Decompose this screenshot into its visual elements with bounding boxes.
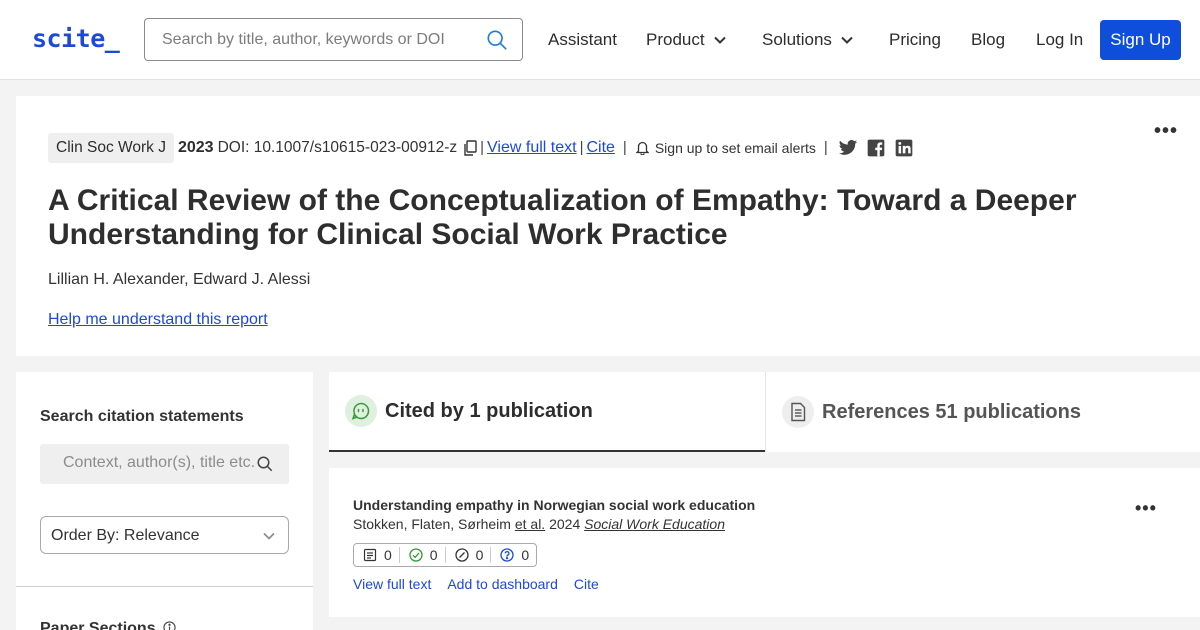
nav-pricing[interactable]: Pricing: [889, 30, 941, 50]
nav-blog[interactable]: Blog: [971, 30, 1005, 50]
bell-icon[interactable]: [635, 140, 649, 155]
contrasting-count-value: 0: [475, 547, 484, 563]
paper-header-card: Clin Soc Work J 2023 DOI: 10.1007/s10615…: [16, 96, 1200, 356]
login-link[interactable]: Log In: [1036, 30, 1083, 50]
help-understand-link[interactable]: Help me understand this report: [48, 311, 268, 329]
citation-tabs: Cited by 1 publication References 51 pub…: [329, 372, 1200, 452]
email-alerts-link[interactable]: Sign up to set email alerts: [655, 140, 816, 156]
tab-references[interactable]: References 51 publications: [765, 372, 1200, 452]
document-icon: [782, 396, 814, 428]
paper-meta-row: Clin Soc Work J 2023 DOI: 10.1007/s10615…: [48, 132, 914, 163]
contrasting-icon: [454, 548, 469, 562]
nav-assistant-label: Assistant: [548, 30, 617, 49]
tab-references-label: References 51 publications: [822, 400, 1081, 423]
nav-pricing-label: Pricing: [889, 30, 941, 49]
publication-authors: Stokken, Flaten, Sørheim: [353, 516, 511, 532]
quote-bubble-icon: [345, 395, 377, 427]
publication-title[interactable]: Understanding empathy in Norwegian socia…: [353, 497, 755, 513]
search-box[interactable]: [144, 18, 523, 61]
check-circle-icon: [409, 548, 423, 562]
paper-authors[interactable]: Lillian H. Alexander, Edward J. Alessi: [48, 271, 310, 289]
paper-sections-heading: Paper Sections: [40, 620, 176, 630]
tab-cited-by-label: Cited by 1 publication: [385, 399, 593, 422]
journal-badge[interactable]: Clin Soc Work J: [48, 132, 174, 163]
nav-assistant[interactable]: Assistant: [548, 30, 617, 50]
citation-search-box[interactable]: [40, 444, 289, 484]
twitter-icon[interactable]: [838, 138, 858, 158]
question-circle-icon: [500, 548, 515, 562]
mentioning-count-value: 0: [384, 547, 392, 563]
chevron-down-icon: [263, 532, 275, 540]
tab-cited-by[interactable]: Cited by 1 publication: [329, 372, 765, 452]
publication-actions: View full text Add to dashboard Cite: [353, 576, 615, 592]
supporting-count[interactable]: 0: [398, 547, 445, 563]
add-to-dashboard-link[interactable]: Add to dashboard: [447, 576, 558, 592]
nav-product[interactable]: Product: [646, 30, 726, 50]
publication-byline: Stokken, Flaten, Sørheim et al. 2024 Soc…: [353, 516, 725, 532]
page-title: A Critical Review of the Conceptualizati…: [48, 184, 1077, 251]
citation-search-input[interactable]: [63, 454, 258, 472]
separator: |: [480, 139, 485, 156]
citing-publication-card: Understanding empathy in Norwegian socia…: [329, 468, 1200, 617]
separator: |: [823, 139, 828, 156]
publication-journal-link[interactable]: Social Work Education: [584, 516, 725, 532]
chevron-down-icon: [713, 36, 726, 44]
paper-sections-label: Paper Sections: [40, 620, 156, 630]
nav-solutions[interactable]: Solutions: [762, 30, 853, 50]
info-icon[interactable]: [163, 621, 176, 630]
mentioning-count[interactable]: 0: [354, 547, 399, 563]
doi-text: DOI: 10.1007/s10615-023-00912-z: [217, 138, 458, 156]
citation-filter-sidebar: Search citation statements Order By: Rel…: [16, 372, 313, 630]
view-full-text-link[interactable]: View full text: [353, 576, 431, 592]
contrasting-count[interactable]: 0: [444, 547, 491, 563]
search-icon[interactable]: [486, 29, 508, 51]
nav-blog-label: Blog: [971, 30, 1006, 49]
unclassified-count[interactable]: 0: [490, 547, 536, 563]
separator: |: [579, 139, 584, 156]
copy-icon[interactable]: [463, 139, 477, 156]
facebook-icon[interactable]: [866, 138, 886, 158]
order-by-select[interactable]: Order By: Relevance: [40, 516, 289, 554]
nav-solutions-label: Solutions: [762, 30, 832, 49]
login-label: Log In: [1036, 30, 1084, 49]
top-navigation-bar: scite_ Assistant Product Solutions Prici…: [0, 0, 1200, 80]
citation-counts: 0 0 0 0: [353, 543, 538, 567]
mentioning-icon: [363, 548, 377, 562]
cite-link[interactable]: Cite: [574, 576, 599, 592]
chevron-down-icon: [841, 36, 853, 44]
view-full-text-link[interactable]: View full text: [487, 139, 577, 157]
supporting-count-value: 0: [429, 547, 438, 563]
sidebar-heading: Search citation statements: [40, 408, 244, 425]
order-by-value: Order By: Relevance: [51, 527, 200, 544]
signup-button[interactable]: Sign Up: [1100, 20, 1181, 60]
publication-year: 2024: [549, 516, 581, 532]
nav-product-label: Product: [646, 30, 705, 49]
more-options-icon[interactable]: •••: [1154, 120, 1178, 143]
separator: |: [622, 139, 627, 156]
publication-year: 2023: [177, 138, 214, 156]
linkedin-icon[interactable]: [894, 138, 914, 158]
scite-logo[interactable]: scite_: [32, 24, 120, 53]
et-al-link[interactable]: et al.: [515, 516, 545, 532]
search-input[interactable]: [162, 29, 462, 51]
cite-link[interactable]: Cite: [586, 139, 614, 157]
unclassified-count-value: 0: [521, 547, 530, 563]
more-options-icon[interactable]: •••: [1135, 498, 1157, 519]
divider: [16, 586, 313, 587]
search-icon[interactable]: [256, 455, 274, 473]
